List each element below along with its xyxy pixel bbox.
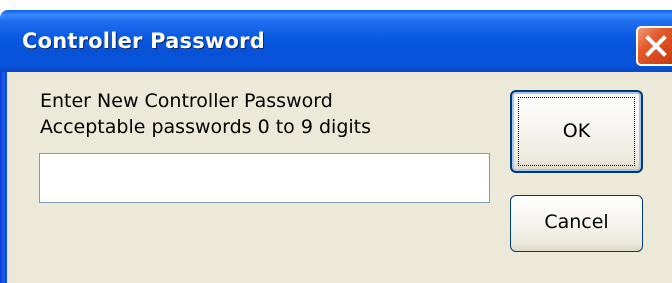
- close-button[interactable]: [636, 26, 672, 66]
- title-bar[interactable]: Controller Password: [0, 10, 672, 72]
- password-input[interactable]: [39, 153, 490, 203]
- ok-button[interactable]: OK: [510, 90, 643, 173]
- window-title: Controller Password: [22, 29, 265, 53]
- password-rule-label: Acceptable passwords 0 to 9 digits: [40, 116, 372, 138]
- close-icon: [645, 35, 667, 57]
- controller-password-dialog: Controller Password Enter New Controller…: [0, 0, 672, 283]
- prompt-label: Enter New Controller Password: [40, 90, 333, 112]
- cancel-button[interactable]: Cancel: [510, 195, 643, 252]
- ok-button-label: OK: [562, 120, 591, 142]
- cancel-button-label: Cancel: [544, 211, 609, 233]
- window-left-border: [0, 72, 7, 283]
